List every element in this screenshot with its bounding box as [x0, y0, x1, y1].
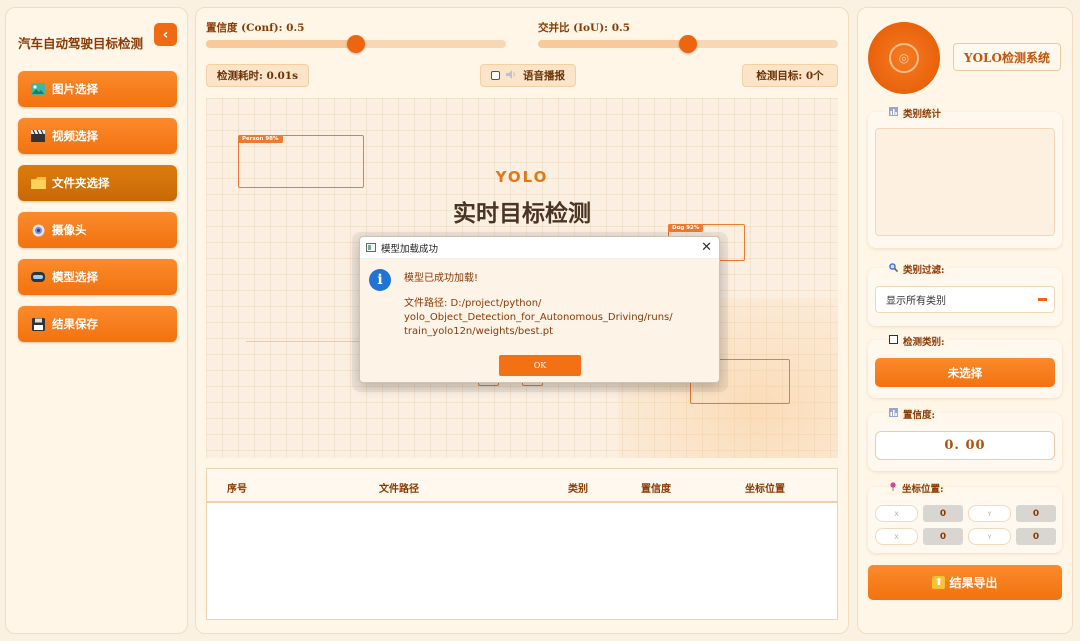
voice-label: 语音播报 [523, 70, 565, 82]
class-stats-area [875, 128, 1055, 236]
col-class: 类别 [568, 484, 588, 495]
detection-box-label: Person 98% [238, 135, 283, 143]
class-filter-label: 类别过滤: [903, 265, 945, 276]
coord-y-value: 0 [1016, 505, 1056, 522]
window-app-icon [366, 243, 376, 252]
target-count-badge: 检测目标: 0个 [742, 64, 838, 87]
camera-icon [30, 223, 46, 237]
col-confidence: 置信度 [641, 484, 671, 495]
coord-x-label: X [875, 505, 918, 522]
video-select-button[interactable]: 视频选择 [18, 118, 177, 154]
confidence-label: 置信度: [903, 410, 936, 421]
dialog-model-path: 文件路径: D:/project/python/ yolo_Object_Det… [404, 298, 673, 337]
class-filter-value: 显示所有类别 [886, 296, 946, 307]
iou-slider-label: 交并比 (IoU): 0.5 [538, 22, 630, 34]
iou-slider-handle[interactable] [679, 35, 697, 53]
speaker-icon [506, 69, 517, 82]
arrow-up-icon: ⬆ [932, 576, 946, 589]
conf-slider-label: 置信度 (Conf): 0.5 [206, 22, 305, 34]
col-index: 序号 [227, 484, 247, 495]
app-logo: ◎ [868, 22, 940, 94]
close-icon[interactable]: ✕ [701, 240, 712, 255]
save-results-label: 结果保存 [52, 317, 98, 331]
results-table: 序号 文件路径 类别 置信度 坐标位置 [206, 468, 838, 620]
model-icon [30, 270, 46, 284]
model-loaded-dialog: 模型加载成功 ✕ i 模型已成功加载! 文件路径: D:/project/pyt… [359, 236, 720, 383]
image-select-label: 图片选择 [52, 82, 98, 96]
voice-toggle[interactable]: 语音播报 [480, 64, 576, 87]
coordinate-row: X 0 Y 0 [875, 505, 1056, 522]
bar-chart-icon [889, 408, 898, 420]
detect-class-button[interactable]: 未选择 [875, 358, 1055, 387]
camera-label: 摄像头 [52, 223, 87, 237]
canvas-heading: YOLO [495, 168, 549, 186]
conf-slider-handle[interactable] [347, 35, 365, 53]
dialog-title: 模型加载成功 [381, 243, 439, 255]
folder-select-button[interactable]: 文件夹选择 [18, 165, 177, 201]
system-title: YOLO检测系统 [953, 43, 1061, 71]
col-file-path: 文件路径 [379, 484, 419, 495]
app-title: 汽车自动驾驶目标检测 [18, 36, 144, 51]
model-select-label: 模型选择 [52, 270, 98, 284]
class-stats-card: 类别统计 [868, 106, 1062, 248]
video-select-label: 视频选择 [52, 129, 98, 143]
elapsed-time-badge: 检测耗时: 0.01s [206, 64, 310, 87]
confidence-value: 0. 00 [875, 431, 1055, 460]
coordinates-card: 坐标位置: X 0 Y 0 X 0 Y 0 [868, 481, 1062, 553]
sidebar: 汽车自动驾驶目标检测 ‹ 图片选择 视频选择 文件夹选择 摄像头 模型选择 结果… [5, 7, 188, 634]
coord-x-label: X [875, 528, 918, 545]
checkbox-icon [889, 335, 898, 347]
image-icon [30, 82, 46, 96]
detect-class-card: 检测类别: 未选择 [868, 334, 1062, 398]
coordinates-label: 坐标位置: [902, 484, 944, 495]
export-results-label: 结果导出 [949, 576, 998, 590]
info-panel: ◎ YOLO检测系统 类别统计 类别过滤: 显示所有类别 检测类别: 未选择 置… [857, 7, 1073, 634]
class-filter-card: 类别过滤: 显示所有类别 [868, 262, 1062, 326]
clapper-icon [30, 129, 46, 143]
folder-icon [30, 176, 46, 190]
voice-checkbox[interactable] [491, 71, 500, 80]
confidence-card: 置信度: 0. 00 [868, 407, 1062, 471]
class-stats-label: 类别统计 [903, 109, 942, 120]
conf-slider-fill [206, 40, 356, 48]
save-results-button[interactable]: 结果保存 [18, 306, 177, 342]
coord-y-label: Y [968, 505, 1011, 522]
image-select-button[interactable]: 图片选择 [18, 71, 177, 107]
coord-x-value: 0 [923, 528, 963, 545]
folder-select-label: 文件夹选择 [52, 176, 110, 190]
iou-slider[interactable] [538, 35, 838, 53]
coord-y-value: 0 [1016, 528, 1056, 545]
canvas-subheading: 实时目标检测 [453, 201, 591, 227]
camera-button[interactable]: 摄像头 [18, 212, 177, 248]
coordinate-row: X 0 Y 0 [875, 528, 1056, 545]
export-results-button[interactable]: ⬆ 结果导出 [868, 565, 1062, 600]
bar-chart-icon [889, 107, 898, 119]
coord-x-value: 0 [923, 505, 963, 522]
col-coordinates: 坐标位置 [745, 484, 785, 495]
pin-icon [889, 482, 897, 494]
class-filter-select[interactable]: 显示所有类别 [875, 286, 1055, 313]
iou-slider-fill [538, 40, 688, 48]
dialog-message: 模型已成功加载! [404, 273, 479, 284]
dialog-titlebar: 模型加载成功 [360, 237, 719, 259]
chevron-left-icon: ‹ [162, 26, 169, 43]
floppy-icon [30, 317, 46, 331]
magnifier-icon [889, 263, 899, 275]
collapse-sidebar-button[interactable]: ‹ [154, 23, 177, 46]
detect-class-label: 检测类别: [903, 337, 945, 348]
model-select-button[interactable]: 模型选择 [18, 259, 177, 295]
ok-button[interactable]: OK [499, 355, 581, 376]
dropdown-icon [1038, 298, 1047, 301]
logo-emblem-icon: ◎ [889, 43, 919, 73]
conf-slider[interactable] [206, 35, 506, 53]
results-table-header: 序号 文件路径 类别 置信度 坐标位置 [207, 469, 837, 503]
coord-y-label: Y [968, 528, 1011, 545]
info-icon: i [369, 269, 391, 291]
